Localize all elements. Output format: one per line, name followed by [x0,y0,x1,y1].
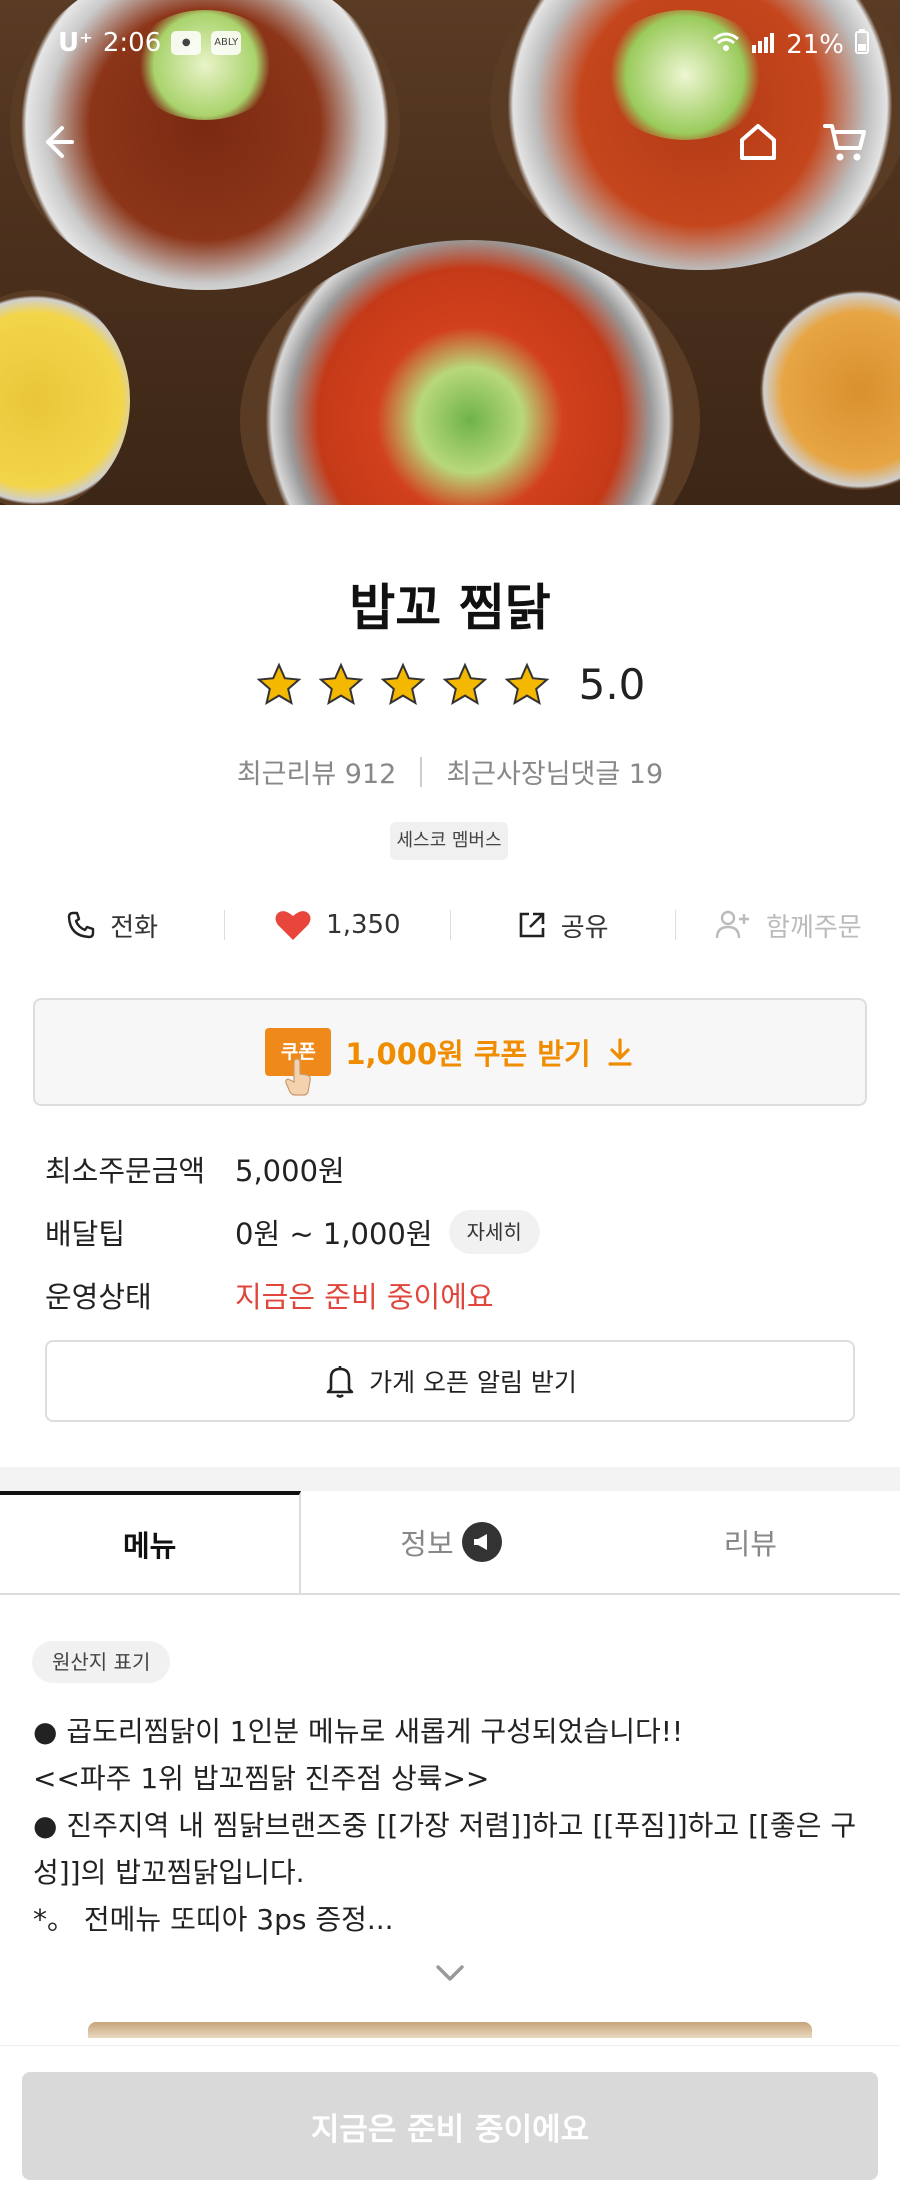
store-tabs: 메뉴 정보 리뷰 [0,1491,900,1595]
store-description: ● 곱도리찜닭이 1인분 메뉴로 새롭게 구성되었습니다!! <<파주 1위 밥… [33,1708,873,1943]
like-count: 1,350 [326,910,401,940]
menu-image-peek [88,2022,812,2038]
status-value: 지금은 준비 중이에요 [235,1280,494,1314]
share-icon [519,912,545,938]
open-alarm-label: 가게 오픈 알림 받기 [369,1368,577,1397]
order-button-disabled[interactable]: 지금은 준비 중이에요 [22,2072,878,2180]
store-hero-image: U⁺ 2:06 ● ABLY 21% [0,0,900,505]
call-button[interactable]: 전화 [0,907,224,944]
min-order-row: 최소주문금액 5,000원 [45,1148,865,1190]
delivery-tip-row: 배달팁 0원 ~ 1,000원 자세히 [45,1210,865,1254]
megaphone-icon [461,1522,502,1562]
like-button[interactable]: 1,350 [225,908,449,942]
tab-review-label: 리뷰 [723,1527,777,1561]
review-counts[interactable]: 최근리뷰 912 최근사장님댓글 19 [0,752,900,791]
star-icon [380,662,425,705]
cart-icon [823,124,866,161]
status-label: 운영상태 [45,1280,152,1314]
group-order-button[interactable]: 함께주문 [676,907,900,944]
carrier-label: U⁺ [58,28,93,58]
signal-icon [750,30,776,60]
clock: 2:06 [102,28,162,58]
tab-review[interactable]: 리뷰 [601,1491,900,1593]
group-order-label: 함께주문 [766,912,862,943]
star-icon [504,662,549,705]
origin-label-chip[interactable]: 원산지 표기 [32,1641,171,1683]
cesco-members-badge: 세스코 멤버스 [390,822,508,860]
coupon-download-button[interactable]: 쿠폰 1,000원 쿠폰 받기 [33,998,867,1106]
recent-reviews-count[interactable]: 최근리뷰 912 [237,752,396,791]
store-name: 밥꼬 찜닭 [349,579,551,637]
tab-info-label: 정보 [400,1527,454,1561]
home-button[interactable] [728,112,788,172]
star-icon [318,662,363,705]
coupon-label: 1,000원 쿠폰 받기 [345,1037,591,1071]
delivery-tip-label: 배달팁 [45,1217,126,1251]
share-button[interactable]: 공유 [451,907,675,944]
description-line: *。 전메뉴 또띠아 3ps 증정... [33,1903,394,1936]
back-button[interactable] [28,112,88,172]
section-divider [0,1467,900,1491]
rating-row: 5.0 [0,660,900,709]
divider [420,756,423,787]
download-icon [608,1038,632,1066]
tab-menu[interactable]: 메뉴 [0,1491,302,1593]
tab-info[interactable]: 정보 [301,1491,600,1593]
cart-button[interactable] [815,112,875,172]
app-icon-ably: ABLY [211,31,242,55]
delivery-tip-value: 0원 ~ 1,000원 [235,1217,433,1251]
status-row: 운영상태 지금은 준비 중이에요 [45,1274,865,1316]
wifi-icon [712,30,740,60]
owner-replies-count[interactable]: 최근사장님댓글 19 [446,752,663,791]
rating-value: 5.0 [578,660,646,709]
store-actions: 전화 1,350 공유 함께주문 [0,895,900,955]
home-icon [740,124,776,160]
tab-menu-label: 메뉴 [122,1529,177,1563]
share-label: 공유 [560,912,609,943]
battery-label: 21% [786,29,844,60]
open-alarm-button[interactable]: 가게 오픈 알림 받기 [45,1340,855,1422]
description-line: ● 진주지역 내 찜닭브랜즈중 [[가장 저렴]]하고 [[푸짐]]하고 [[좋… [33,1809,857,1889]
notification-icon: ● [171,31,202,55]
description-line: <<파주 1위 밥꼬찜닭 진주점 상륙>> [33,1762,490,1795]
star-icon [256,662,301,705]
food-plate-toast [760,290,900,490]
add-person-icon [715,910,750,939]
chevron-down-icon[interactable] [430,1958,470,1988]
back-arrow-icon [46,126,74,158]
min-order-label: 최소주문금액 [45,1154,206,1188]
delivery-tip-detail-button[interactable]: 자세히 [448,1210,540,1254]
coupon-tag-icon: 쿠폰 [265,1028,332,1096]
bottom-bar: 지금은 준비 중이에요 [0,2045,900,2200]
status-bar: U⁺ 2:06 ● ABLY 21% [0,0,900,80]
hand-pointer-icon [285,1058,312,1096]
heart-icon [275,911,311,940]
battery-icon [854,28,870,61]
phone-icon [68,911,95,939]
description-line: ● 곱도리찜닭이 1인분 메뉴로 새롭게 구성되었습니다!! [33,1715,684,1748]
food-plate-corn [0,290,130,505]
bell-icon [326,1366,354,1398]
star-icon [442,662,487,705]
call-label: 전화 [110,912,159,943]
food-plate-center [240,240,700,505]
min-order-value: 5,000원 [235,1154,345,1188]
